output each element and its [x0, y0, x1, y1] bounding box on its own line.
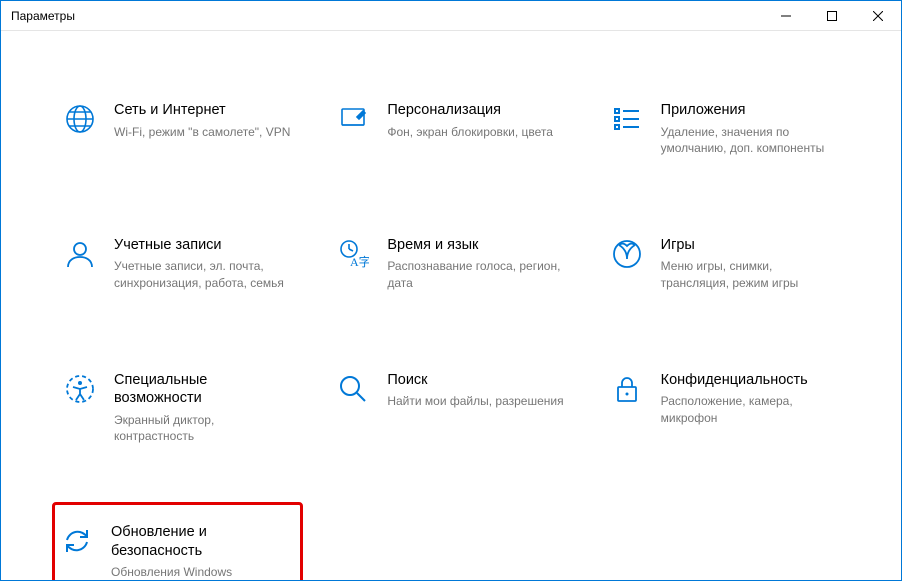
tile-desc: Распознавание голоса, регион, дата — [387, 258, 564, 290]
maximize-button[interactable] — [809, 1, 855, 30]
tile-apps[interactable]: Приложения Удаление, значения по умолчан… — [603, 91, 846, 166]
tile-gaming[interactable]: Игры Меню игры, снимки, трансляция, режи… — [603, 226, 846, 301]
tile-ease-of-access[interactable]: Специальные возможности Экранный диктор,… — [56, 361, 299, 454]
settings-grid: Сеть и Интернет Wi-Fi, режим "в самолете… — [1, 31, 901, 580]
tile-desc: Расположение, камера, микрофон — [661, 393, 838, 425]
tile-title: Конфиденциальность — [661, 371, 838, 390]
apps-list-icon — [611, 103, 643, 135]
window-title: Параметры — [11, 9, 75, 23]
xbox-icon — [611, 238, 643, 270]
tile-desc: Удаление, значения по умолчанию, доп. ко… — [661, 124, 838, 156]
search-icon — [337, 373, 369, 405]
tile-title: Персонализация — [387, 101, 564, 120]
tile-desc: Меню игры, снимки, трансляция, режим игр… — [661, 258, 838, 290]
tile-desc: Обновления Windows — [111, 564, 294, 580]
window-controls — [763, 1, 901, 30]
content-scroll-area[interactable]: Сеть и Интернет Wi-Fi, режим "в самолете… — [1, 31, 901, 580]
person-icon — [64, 238, 96, 270]
lock-icon — [611, 373, 643, 405]
tile-title: Учетные записи — [114, 236, 291, 255]
tile-network[interactable]: Сеть и Интернет Wi-Fi, режим "в самолете… — [56, 91, 299, 166]
tile-desc: Фон, экран блокировки, цвета — [387, 124, 564, 140]
tile-title: Сеть и Интернет — [114, 101, 291, 120]
ease-of-access-icon — [64, 373, 96, 405]
tile-desc: Экранный диктор, контрастность — [114, 412, 291, 444]
tile-title: Обновление и безопасность — [111, 523, 294, 560]
sync-icon — [61, 525, 93, 557]
close-button[interactable] — [855, 1, 901, 30]
time-language-icon: A字 — [337, 238, 369, 270]
tile-title: Приложения — [661, 101, 838, 120]
globe-icon — [64, 103, 96, 135]
tile-search[interactable]: Поиск Найти мои файлы, разрешения — [329, 361, 572, 454]
tile-title: Время и язык — [387, 236, 564, 255]
paintbrush-icon — [337, 103, 369, 135]
tile-title: Специальные возможности — [114, 371, 291, 408]
tile-desc: Wi-Fi, режим "в самолете", VPN — [114, 124, 291, 140]
titlebar: Параметры — [1, 1, 901, 31]
tile-desc: Учетные записи, эл. почта, синхронизация… — [114, 258, 291, 290]
tile-accounts[interactable]: Учетные записи Учетные записи, эл. почта… — [56, 226, 299, 301]
tile-time-language[interactable]: A字 Время и язык Распознавание голоса, ре… — [329, 226, 572, 301]
tile-title: Поиск — [387, 371, 564, 390]
minimize-button[interactable] — [763, 1, 809, 30]
tile-personalization[interactable]: Персонализация Фон, экран блокировки, цв… — [329, 91, 572, 166]
tile-update-security[interactable]: Обновление и безопасность Обновления Win… — [52, 502, 303, 580]
svg-text:A字: A字 — [350, 254, 369, 269]
tile-desc: Найти мои файлы, разрешения — [387, 393, 564, 409]
tile-title: Игры — [661, 236, 838, 255]
tile-privacy[interactable]: Конфиденциальность Расположение, камера,… — [603, 361, 846, 454]
